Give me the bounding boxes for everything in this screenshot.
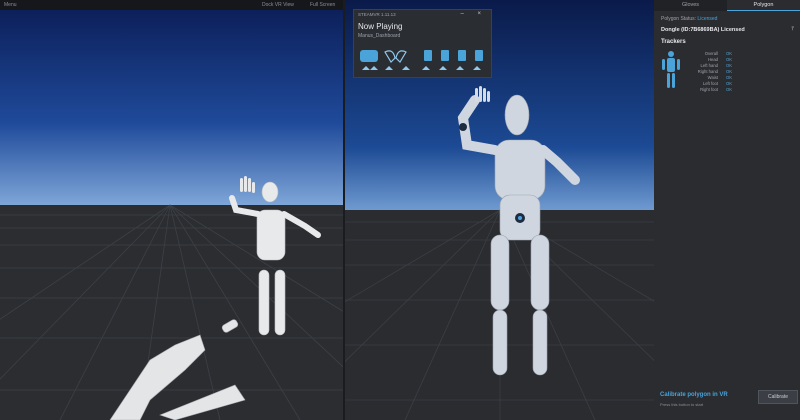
tracker-status-list: Overall OK Head OK Left hand OK Right ha… [684, 51, 784, 93]
vr-viewport-left[interactable]: Menu Dock VR View Full Screen [0, 0, 345, 420]
fullscreen-button[interactable]: Full Screen [310, 0, 335, 10]
tracker-row: Right foot OK [684, 87, 784, 93]
tracker-icon [424, 50, 432, 61]
right-hand-icon [395, 50, 407, 63]
tab-gloves[interactable]: Gloves [654, 0, 727, 11]
calibrate-title: Calibrate polygon in VR [660, 392, 728, 398]
calibrate-button[interactable]: Calibrate [758, 390, 798, 404]
pin-icon[interactable]: ⫯ [791, 26, 794, 33]
tab-polygon[interactable]: Polygon [727, 0, 800, 11]
dock-vr-view-button[interactable]: Dock VR View [262, 0, 294, 10]
now-playing-title: Now Playing [358, 22, 403, 31]
scene-render [0, 0, 343, 420]
menu-button[interactable]: Menu [4, 0, 17, 10]
manus-polygon-panel: Gloves Polygon Polygon Status: Licensed … [654, 0, 800, 420]
gloves-icon [360, 50, 378, 62]
now-playing-app: Manus_Dashboard [358, 33, 401, 39]
tracker-icon [475, 50, 483, 61]
tracker-icon [458, 50, 466, 61]
polygon-status: Polygon Status: Licensed [661, 16, 717, 22]
viewport-toolbar: Menu Dock VR View Full Screen [0, 0, 343, 10]
device-icons-row [360, 50, 483, 70]
tracker-name: Right foot [700, 87, 718, 92]
popup-window-controls[interactable]: – × [460, 11, 487, 17]
left-hand-icon [384, 50, 396, 63]
panel-tabs: Gloves Polygon [654, 0, 800, 11]
status-label: Polygon Status: [661, 16, 697, 22]
tracker-status: OK [726, 87, 733, 92]
dongle-status: Dongle (ID:7B6869BA) Licensed [661, 27, 745, 33]
tracker-icon [441, 50, 449, 61]
popup-header: STEAMVR 1.11.13 [358, 12, 396, 17]
body-figure-icon [662, 51, 680, 88]
steamvr-dashboard-popup[interactable]: STEAMVR 1.11.13 – × Now Playing Manus_Da… [353, 9, 492, 78]
calibrate-hint: Press this button to start [660, 402, 704, 407]
trackers-heading: Trackers [661, 39, 686, 45]
status-value: Licensed [697, 16, 718, 22]
